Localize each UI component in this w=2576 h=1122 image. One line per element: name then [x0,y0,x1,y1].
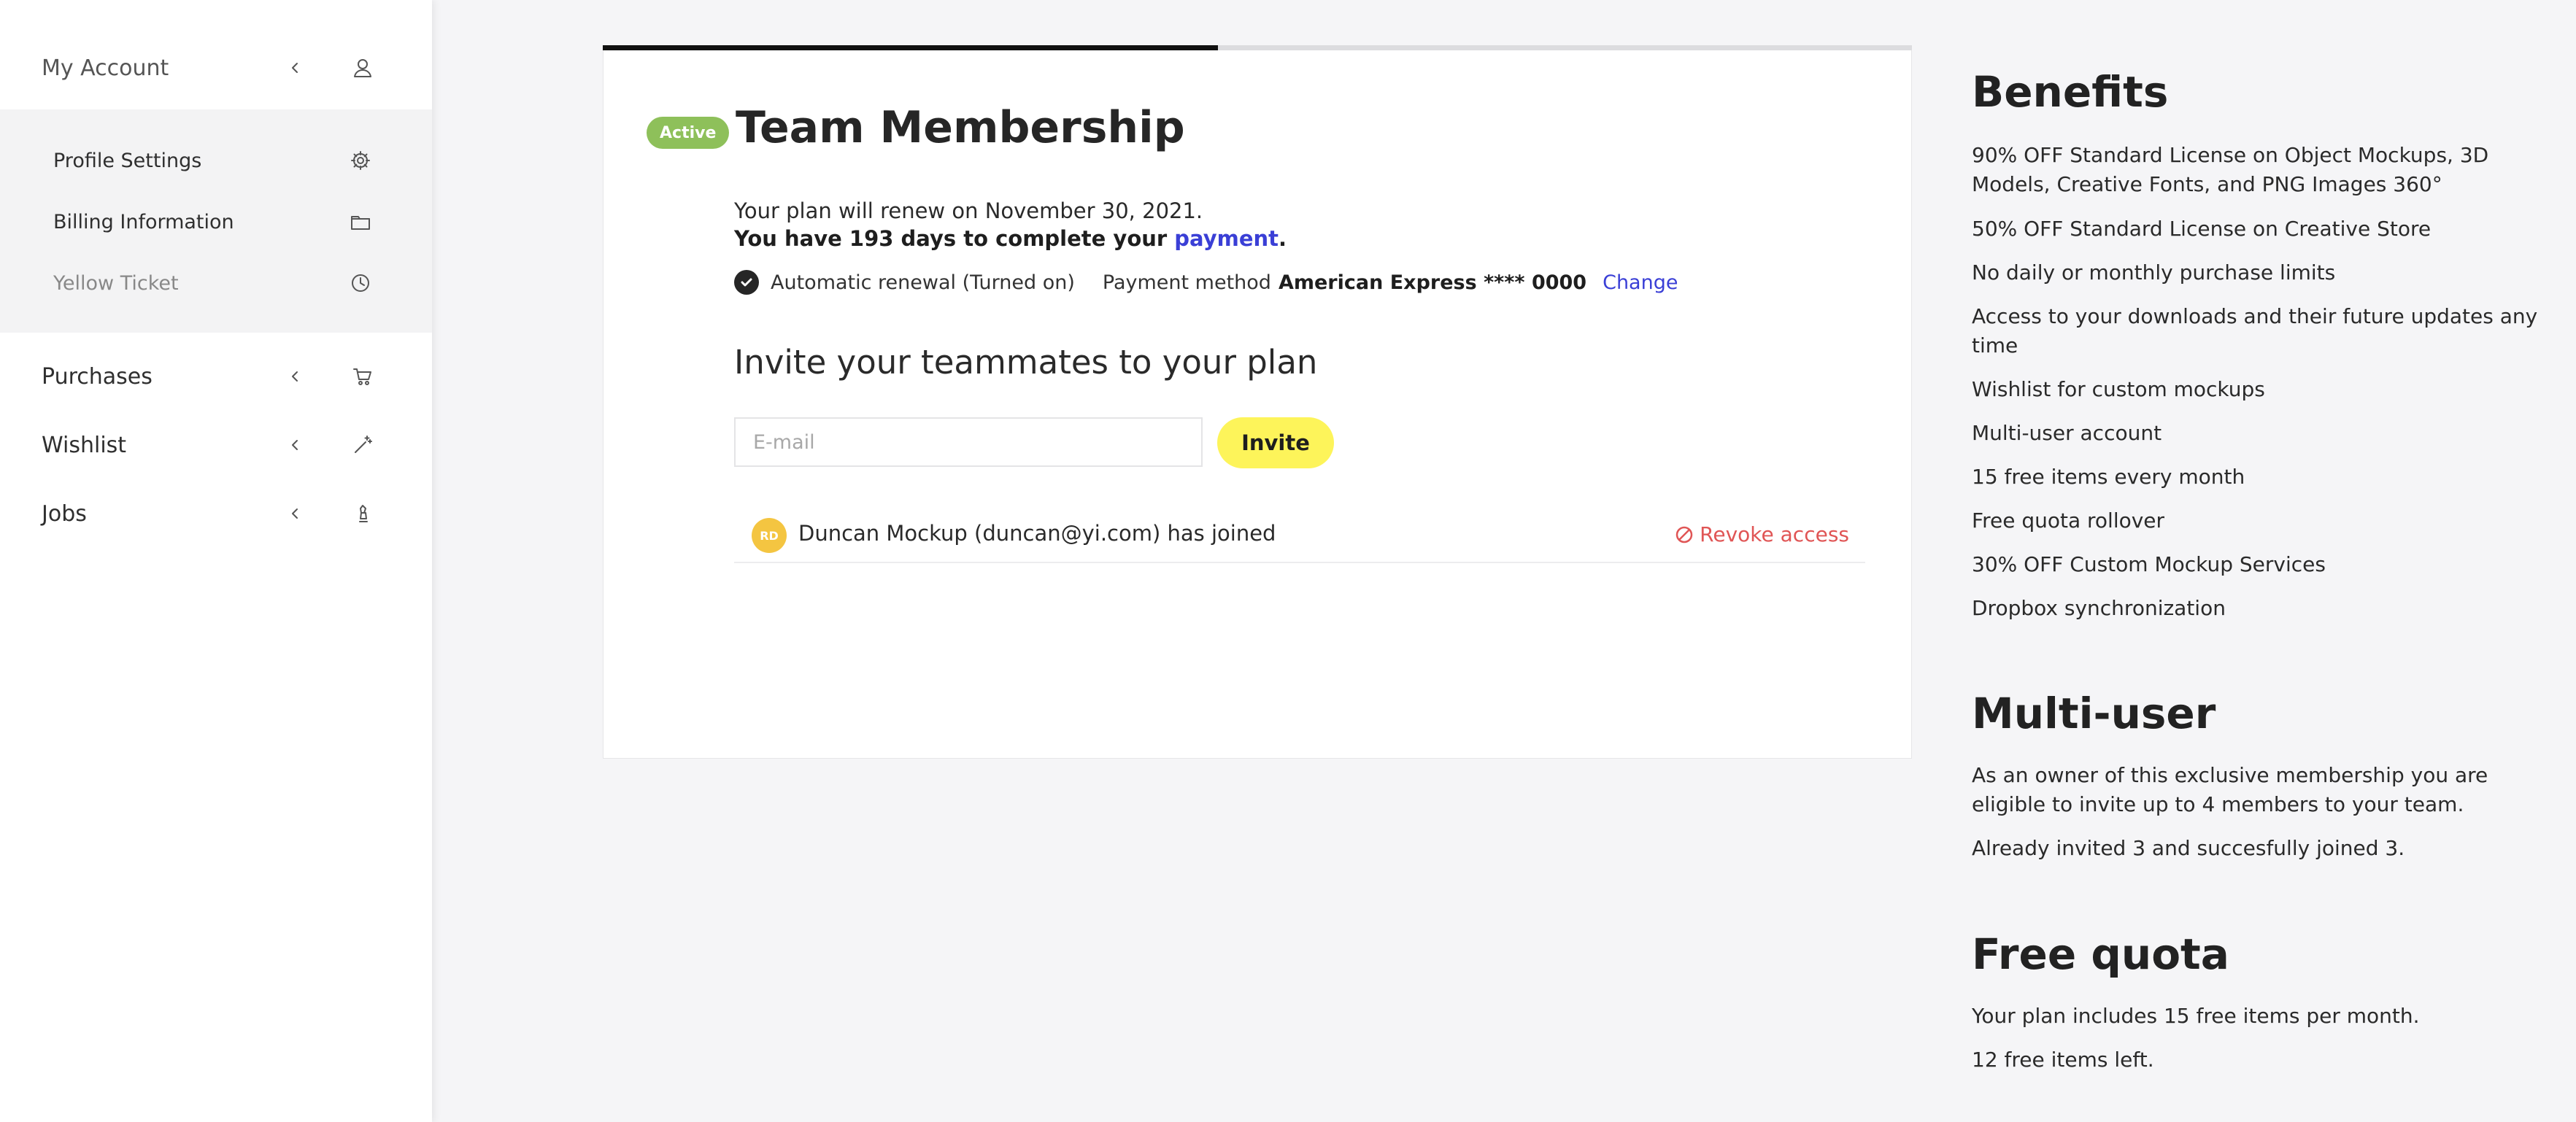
multiuser-count-text: Already invited 3 and succesfully joined… [1972,836,2405,860]
benefits-title: Benefits [1972,67,2169,117]
multiuser-text: As an owner of this exclusive membership… [1972,763,2488,816]
invite-heading: Invite your teammates to your plan [734,343,1318,382]
benefit-item: 50% OFF Standard License on Creative Sto… [1972,217,2432,241]
change-payment-link[interactable]: Change [1603,271,1678,294]
membership-progress-bar [603,45,1912,50]
revoke-access-label: Revoke access [1700,522,1849,546]
magic-wand-icon [350,433,375,457]
payment-link[interactable]: payment [1174,226,1279,251]
page-title: Team Membership [736,102,1185,153]
benefit-item: Access to your downloads and their futur… [1972,304,2538,357]
benefit-item: Wishlist for custom mockups [1972,377,2265,401]
chevron-left-icon[interactable] [286,505,304,522]
nav-purchases[interactable]: Purchases [0,342,432,411]
benefit-item: 15 free items every month [1972,465,2245,489]
payment-deadline-suffix: . [1279,226,1287,251]
clock-icon [349,271,372,295]
payment-deadline-text: You have 193 days to complete your payme… [734,226,1287,251]
quota-title: Free quota [1972,929,2229,979]
ban-icon [1675,526,1693,543]
avatar: RD [752,518,787,553]
nav-purchases-label: Purchases [42,363,153,390]
revoke-access-button[interactable]: Revoke access [1675,522,1849,546]
nav-wishlist-label: Wishlist [42,432,127,458]
payment-deadline-prefix: You have 193 days to complete your [734,226,1175,251]
benefit-item: Dropbox synchronization [1972,596,2226,620]
membership-card [603,47,1912,759]
list-item: RD Duncan Mockup (duncan@yi.com) has joi… [734,511,1865,563]
gear-icon [349,149,372,172]
payment-method-value: American Express **** 0000 [1278,271,1587,294]
quota-left-text: 12 free items left. [1972,1048,2154,1072]
benefit-item: No daily or monthly purchase limits [1972,260,2336,285]
check-circle-icon[interactable] [734,270,759,295]
account-submenu: Profile Settings Billing Information Yel… [0,109,432,333]
multiuser-title: Multi-user [1972,689,2216,738]
invite-button[interactable]: Invite [1217,417,1334,468]
nav-my-account[interactable]: My Account [0,34,432,102]
chess-icon [350,501,375,526]
benefit-item: Free quota rollover [1972,508,2165,533]
renewal-date-text: Your plan will renew on November 30, 202… [734,198,1203,223]
nav-jobs[interactable]: Jobs [0,479,432,548]
sidebar-item-billing-information[interactable]: Billing Information [0,191,432,252]
payment-method-label: Payment method [1102,271,1271,294]
user-icon [350,55,375,80]
chevron-left-icon[interactable] [286,436,304,454]
membership-progress-fill [603,45,1219,50]
member-joined-text: Duncan Mockup (duncan@yi.com) has joined [798,521,1276,546]
auto-renewal-label: Automatic renewal (Turned on) [771,271,1075,294]
status-badge: Active [647,117,730,149]
sidebar-item-label: Yellow Ticket [53,271,179,295]
benefit-item: Multi-user account [1972,421,2162,445]
folder-icon [349,210,372,233]
sidebar: My Account Profile Settings Billing Info… [0,0,432,1122]
renewal-row: Automatic renewal (Turned on) Payment me… [734,268,1678,297]
nav-my-account-label: My Account [42,55,169,81]
email-input[interactable] [734,417,1203,467]
benefit-item: 90% OFF Standard License on Object Mocku… [1972,143,2489,196]
sidebar-item-profile-settings[interactable]: Profile Settings [0,130,432,191]
sidebar-item-label: Profile Settings [53,149,202,172]
chevron-left-icon[interactable] [286,368,304,385]
chevron-left-icon[interactable] [286,59,304,77]
quota-text: Your plan includes 15 free items per mon… [1972,1004,2420,1028]
sidebar-item-yellow-ticket[interactable]: Yellow Ticket [0,252,432,314]
benefit-item: 30% OFF Custom Mockup Services [1972,552,2326,576]
nav-wishlist[interactable]: Wishlist [0,411,432,479]
sidebar-item-label: Billing Information [53,210,234,233]
cart-icon [350,364,375,389]
nav-jobs-label: Jobs [42,500,87,527]
